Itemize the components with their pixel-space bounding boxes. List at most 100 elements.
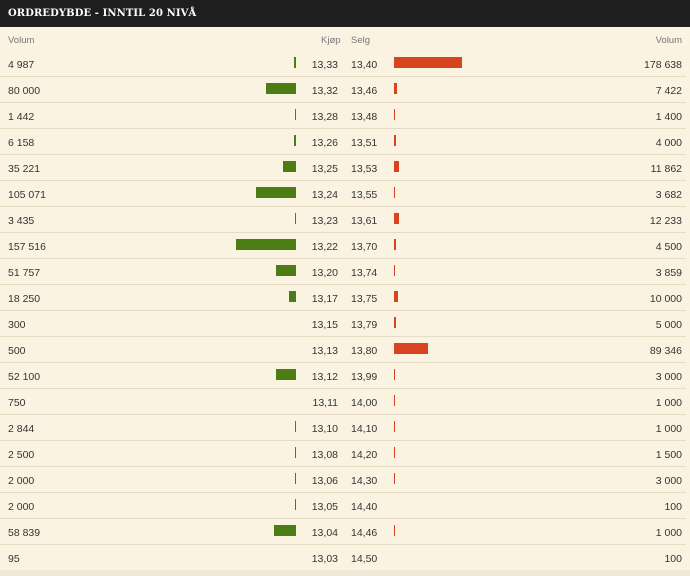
buy-volume-bar [295, 109, 296, 120]
header-sell-price: Selg [351, 35, 371, 46]
sell-volume: 4 000 [655, 137, 682, 149]
sell-volume: 1 400 [655, 111, 682, 123]
buy-volume: 95 [8, 553, 20, 565]
sell-price: 13,61 [351, 215, 378, 227]
buy-price: 13,24 [311, 189, 338, 201]
table-row: 6 158 13,26 13,51 4 000 [0, 129, 686, 155]
buy-volume: 35 221 [8, 163, 41, 175]
sell-volume-bar [394, 57, 462, 68]
table-row: 2 000 13,06 14,30 3 000 [0, 467, 686, 493]
buy-volume-bar [295, 499, 296, 510]
buy-price: 13,28 [311, 111, 338, 123]
sell-volume: 89 346 [649, 345, 682, 357]
sell-volume: 3 000 [655, 371, 682, 383]
sell-price: 14,30 [351, 475, 378, 487]
sell-volume-bar [394, 135, 396, 146]
buy-price: 13,08 [311, 449, 338, 461]
table-row: 2 844 13,10 14,10 1 000 [0, 415, 686, 441]
buy-volume-bar [295, 213, 296, 224]
buy-price: 13,04 [311, 527, 338, 539]
buy-price: 13,15 [311, 319, 338, 331]
buy-volume-bar [283, 161, 296, 172]
buy-volume: 80 000 [8, 85, 41, 97]
sell-volume: 3 859 [655, 267, 682, 279]
sell-price: 13,46 [351, 85, 378, 97]
header-sell-volume: Volum [655, 35, 682, 46]
header-buy-price: Kjøp [321, 35, 341, 46]
buy-price: 13,25 [311, 163, 338, 175]
buy-volume: 3 435 [8, 215, 35, 227]
sell-volume: 4 500 [655, 241, 682, 253]
sell-price: 13,70 [351, 241, 378, 253]
buy-price: 13,32 [311, 85, 338, 97]
table-row: 3 435 13,23 13,61 12 233 [0, 207, 686, 233]
sell-price: 13,40 [351, 59, 378, 71]
sell-volume-bar [394, 109, 395, 120]
sell-volume: 3 682 [655, 189, 682, 201]
table-row: 1 442 13,28 13,48 1 400 [0, 103, 686, 129]
sell-volume: 100 [664, 501, 682, 513]
table-row: 18 250 13,17 13,75 10 000 [0, 285, 686, 311]
sell-price: 13,79 [351, 319, 378, 331]
sell-volume: 178 638 [644, 59, 682, 71]
sell-price: 13,48 [351, 111, 378, 123]
buy-price: 13,12 [311, 371, 338, 383]
table-row: 95 13,03 14,50 100 [0, 545, 686, 571]
sell-volume-bar [394, 239, 396, 250]
table-row: 300 13,15 13,79 5 000 [0, 311, 686, 337]
sell-volume: 1 000 [655, 527, 682, 539]
buy-volume: 4 987 [8, 59, 35, 71]
table-row: 80 000 13,32 13,46 7 422 [0, 77, 686, 103]
buy-volume: 2 000 [8, 501, 35, 513]
sell-volume-bar [394, 265, 395, 276]
buy-volume: 51 757 [8, 267, 41, 279]
sell-volume: 5 000 [655, 319, 682, 331]
buy-volume-bar [295, 447, 296, 458]
sell-volume: 1 000 [655, 397, 682, 409]
sell-volume-bar [394, 447, 395, 458]
buy-price: 13,05 [311, 501, 338, 513]
table-row: 500 13,13 13,80 89 346 [0, 337, 686, 363]
sell-volume-bar [394, 187, 395, 198]
buy-volume: 105 071 [8, 189, 46, 201]
buy-volume-bar [295, 421, 296, 432]
sell-volume-bar [394, 343, 428, 354]
sell-volume-bar [394, 421, 395, 432]
table-row: 52 100 13,12 13,99 3 000 [0, 363, 686, 389]
buy-volume: 1 442 [8, 111, 35, 123]
table-row: 750 13,11 14,00 1 000 [0, 389, 686, 415]
buy-price: 13,22 [311, 241, 338, 253]
sell-volume: 7 422 [655, 85, 682, 97]
sell-volume: 1 000 [655, 423, 682, 435]
sell-price: 14,50 [351, 553, 378, 565]
buy-volume-bar [266, 83, 296, 94]
sell-price: 13,74 [351, 267, 378, 279]
order-depth-panel: ORDREDYBDE - INNTIL 20 NIVÅ Volum Kjøp S… [0, 0, 690, 576]
sell-volume-bar [394, 317, 396, 328]
sell-volume-bar [394, 369, 395, 380]
buy-price: 13,11 [312, 397, 339, 409]
buy-price: 13,23 [311, 215, 338, 227]
table-row: 2 000 13,05 14,40 100 [0, 493, 686, 519]
table-row: 105 071 13,24 13,55 3 682 [0, 181, 686, 207]
buy-volume: 750 [8, 397, 26, 409]
buy-volume-bar [295, 473, 296, 484]
buy-price: 13,33 [311, 59, 338, 71]
table-header: Volum Kjøp Selg Volum [0, 28, 690, 50]
table-row: 35 221 13,25 13,53 11 862 [0, 155, 686, 181]
buy-price: 13,26 [311, 137, 338, 149]
sell-volume: 11 862 [650, 163, 682, 175]
table-row: 4 987 13,33 13,40 178 638 [0, 51, 686, 77]
buy-volume: 2 000 [8, 475, 35, 487]
buy-volume-bar [256, 187, 296, 198]
sell-volume-bar [394, 473, 395, 484]
sell-volume-bar [394, 395, 395, 406]
sell-volume-bar [394, 161, 399, 172]
buy-volume: 2 500 [8, 449, 35, 461]
buy-price: 13,06 [311, 475, 338, 487]
buy-volume: 58 839 [8, 527, 41, 539]
buy-price: 13,20 [311, 267, 338, 279]
panel-bottom-edge [0, 570, 690, 576]
sell-volume: 10 000 [649, 293, 682, 305]
sell-price: 13,80 [351, 345, 378, 357]
